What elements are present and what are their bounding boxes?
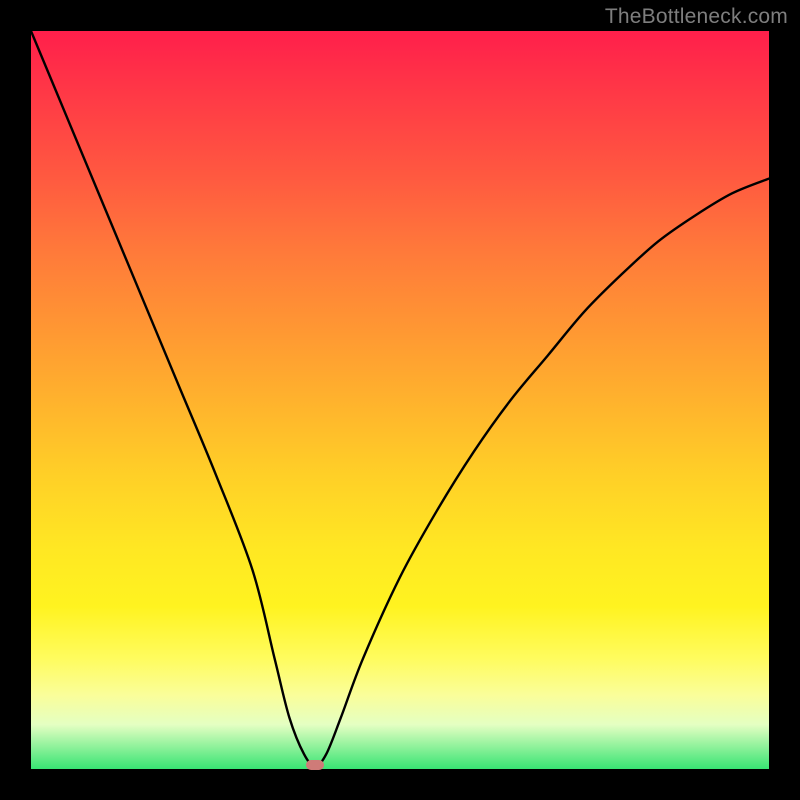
plot-area bbox=[31, 31, 769, 769]
chart-container: { "watermark": "TheBottleneck.com", "cha… bbox=[0, 0, 800, 800]
gradient-background bbox=[31, 31, 769, 769]
watermark-text: TheBottleneck.com bbox=[605, 5, 788, 29]
optimum-marker bbox=[306, 760, 324, 770]
